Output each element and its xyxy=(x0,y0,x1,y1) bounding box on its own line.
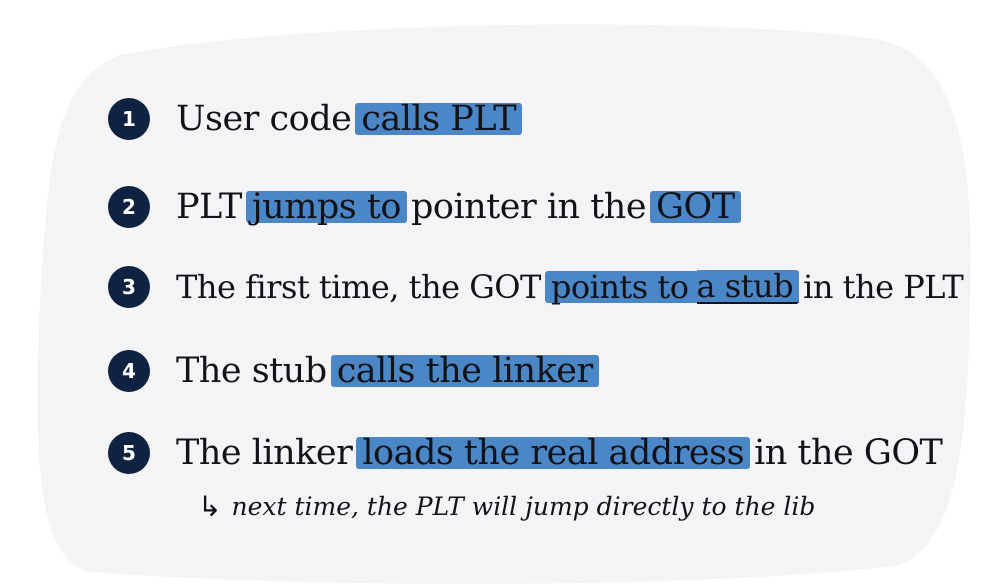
highlighted-segment: calls the linker xyxy=(330,354,599,389)
note-text: next time, the PLT will jump directly to… xyxy=(231,492,816,521)
step-5: 5 The linker loads the real address in t… xyxy=(108,432,946,474)
step-text: The stub calls the linker xyxy=(172,351,599,391)
step-5-note: ↳ next time, the PLT will jump directly … xyxy=(198,490,815,523)
diagram-canvas: 1 User code calls PLT 2 PLT jumps to poi… xyxy=(0,0,981,588)
step-number-badge: 3 xyxy=(108,266,150,308)
highlighted-segment: GOT xyxy=(650,190,741,225)
highlighted-segment: calls PLT xyxy=(355,102,523,137)
step-text-segment: User code xyxy=(176,99,352,139)
step-text-segment: in the GOT xyxy=(754,433,943,473)
step-text-segment: in the PLT xyxy=(803,268,964,306)
step-text: The linker loads the real address in the… xyxy=(172,433,946,473)
step-2: 2 PLT jumps to pointer in the GOT xyxy=(108,186,741,228)
step-1: 1 User code calls PLT xyxy=(108,98,523,140)
highlighted-segment: loads the real address xyxy=(356,436,751,471)
step-text: PLT jumps to pointer in the GOT xyxy=(172,187,741,227)
step-text-segment: The linker xyxy=(176,433,353,473)
step-text-segment: The stub xyxy=(176,351,327,391)
step-text-segment: PLT xyxy=(176,187,242,227)
return-arrow-icon: ↳ xyxy=(198,490,222,523)
step-text: User code calls PLT xyxy=(172,99,523,139)
step-number-badge: 4 xyxy=(108,350,150,392)
step-text-segment: pointer in the xyxy=(411,187,647,227)
highlighted-underlined-segment: a stub xyxy=(696,270,800,304)
highlighted-segment: points to xyxy=(544,271,697,303)
step-number-badge: 1 xyxy=(108,98,150,140)
step-number-badge: 2 xyxy=(108,186,150,228)
step-3: 3 The first time, the GOT points to a stu… xyxy=(108,266,967,308)
step-text: The first time, the GOT points to a stub … xyxy=(172,268,967,306)
step-text-segment: The first time, the GOT xyxy=(176,268,541,306)
step-number-badge: 5 xyxy=(108,432,150,474)
step-4: 4 The stub calls the linker xyxy=(108,350,599,392)
highlighted-segment: jumps to xyxy=(245,190,408,225)
